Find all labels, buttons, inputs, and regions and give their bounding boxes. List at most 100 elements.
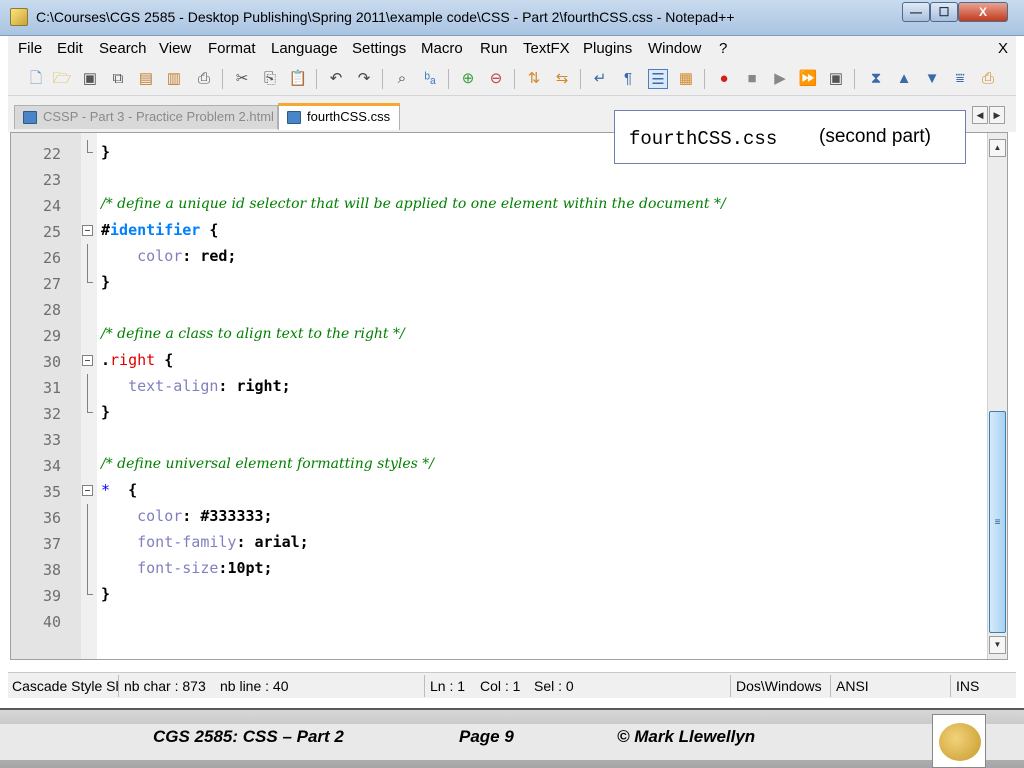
status-line: Ln : 1 [430, 678, 466, 694]
line-number: 34 [42, 457, 61, 475]
scroll-down-icon[interactable]: ▼ [989, 636, 1006, 654]
run-macro-multiple-icon[interactable]: ⏩ [798, 69, 818, 89]
line-number: 31 [42, 379, 61, 397]
code-comment: /* define universal element formatting s… [101, 456, 434, 472]
menu-language[interactable]: Language [271, 40, 338, 57]
callout-filename: fourthCSS.css [629, 128, 778, 150]
save-all-icon[interactable]: ⧉ [108, 69, 128, 89]
line-number: 28 [42, 301, 61, 319]
cut-icon[interactable]: ✂ [232, 69, 252, 89]
menu-help[interactable]: ? [719, 40, 727, 57]
menu-plugins[interactable]: Plugins [583, 40, 632, 57]
new-file-icon[interactable]: 🗋 [26, 69, 46, 89]
code-comment: /* define a class to align text to the r… [101, 326, 405, 342]
tab-label: CSSP - Part 3 - Practice Problem 2.html [43, 109, 274, 124]
record-macro-icon[interactable]: ● [714, 69, 734, 89]
toolbar-separator [316, 69, 317, 89]
print-icon[interactable]: ⎙ [194, 69, 214, 89]
slide-footer: CGS 2585: CSS – Part 2 Page 9 © Mark Lle… [0, 708, 1024, 768]
line-number: 27 [42, 275, 61, 293]
close-all-icon[interactable]: ▥ [164, 69, 184, 89]
paste-icon[interactable]: 📋 [288, 69, 308, 89]
close-document-button[interactable]: X [998, 40, 1008, 57]
tool-e-icon[interactable]: ⎙ [978, 69, 998, 89]
tool-d-icon[interactable]: ⩸ [950, 69, 970, 89]
toolbar: 🗋 🗁 ▣ ⧉ ▤ ▥ ⎙ ✂ ⎘ 📋 ↶ ↷ ⌕ ᵇₐ ⊕ ⊖ ⇅ ⇆ ↵ ¶… [8, 62, 1016, 96]
menu-run[interactable]: Run [480, 40, 508, 57]
vertical-scrollbar[interactable]: ▲ ≡ ▼ [987, 133, 1007, 659]
find-icon[interactable]: ⌕ [392, 69, 412, 89]
undo-icon[interactable]: ↶ [326, 69, 346, 89]
code-line: 31 text-align: right; [11, 374, 987, 400]
tab-fourthcss[interactable]: fourthCSS.css [278, 103, 400, 130]
zoom-out-icon[interactable]: ⊖ [486, 69, 506, 89]
status-language: Cascade Style Sh [12, 678, 118, 694]
copy-icon[interactable]: ⎘ [260, 69, 280, 89]
status-column: Col : 1 [480, 678, 521, 694]
word-wrap-icon[interactable]: ↵ [590, 69, 610, 89]
redo-icon[interactable]: ↷ [354, 69, 374, 89]
open-file-icon[interactable]: 🗁 [52, 69, 72, 89]
status-char-count: nb char : 873 [124, 678, 206, 694]
code-comment: /* define a unique id selector that will… [101, 196, 726, 212]
stop-macro-icon[interactable]: ■ [742, 69, 762, 89]
tab-practice-problem[interactable]: CSSP - Part 3 - Practice Problem 2.html [14, 105, 278, 129]
status-eol-format: Dos\Windows [736, 678, 822, 694]
menu-textfx[interactable]: TextFX [523, 40, 570, 57]
save-icon[interactable]: ▣ [80, 69, 100, 89]
menu-edit[interactable]: Edit [57, 40, 83, 57]
status-line-count: nb line : 40 [220, 678, 289, 694]
show-all-chars-icon[interactable]: ¶ [618, 69, 638, 89]
replace-icon[interactable]: ᵇₐ [420, 69, 440, 89]
user-language-icon[interactable]: ▦ [676, 69, 696, 89]
zoom-in-icon[interactable]: ⊕ [458, 69, 478, 89]
maximize-button[interactable]: ☐ [930, 2, 958, 22]
document-saved-icon [287, 111, 301, 124]
code-line: 27 } [11, 270, 987, 296]
code-line: 35 * { [11, 478, 987, 504]
window-title-bar: C:\Courses\CGS 2585 - Desktop Publishing… [0, 0, 1024, 36]
menu-macro[interactable]: Macro [421, 40, 463, 57]
code-text: #identifier { [101, 221, 219, 239]
tool-c-icon[interactable]: ▼ [922, 69, 942, 89]
close-window-button[interactable]: X [958, 2, 1008, 22]
footer-course: CGS 2585: CSS – Part 2 [153, 727, 344, 746]
close-icon[interactable]: ▤ [136, 69, 156, 89]
menu-format[interactable]: Format [208, 40, 256, 57]
line-number: 35 [42, 483, 61, 501]
scrollbar-thumb[interactable]: ≡ [989, 411, 1006, 633]
tool-b-icon[interactable]: ▲ [894, 69, 914, 89]
code-text: } [101, 273, 111, 291]
status-encoding: ANSI [836, 678, 869, 694]
tool-a-icon[interactable]: ⧗ [866, 69, 886, 89]
code-editor[interactable]: 22 } 23 24 /* define a unique id selecto… [10, 132, 1008, 660]
tab-scroll-right-icon[interactable]: ▶ [989, 106, 1005, 124]
code-line: 32 } [11, 400, 987, 426]
sync-horizontal-icon[interactable]: ⇆ [552, 69, 572, 89]
status-bar: Cascade Style Sh nb char : 873 nb line :… [8, 672, 1016, 698]
play-macro-icon[interactable]: ▶ [770, 69, 790, 89]
minimize-button[interactable]: — [902, 2, 930, 22]
code-text: } [101, 143, 111, 161]
save-macro-icon[interactable]: ▣ [826, 69, 846, 89]
footer-author: © Mark Llewellyn [617, 727, 756, 746]
menu-window[interactable]: Window [648, 40, 701, 57]
line-number: 30 [42, 353, 61, 371]
sync-vertical-icon[interactable]: ⇅ [524, 69, 544, 89]
code-line: 36 color: #333333; [11, 504, 987, 530]
code-text: font-size:10pt; [137, 559, 273, 577]
menu-file[interactable]: File [18, 40, 42, 57]
line-number: 29 [42, 327, 61, 345]
line-number: 25 [42, 223, 61, 241]
line-number: 36 [42, 509, 61, 527]
menu-search[interactable]: Search [99, 40, 147, 57]
code-line: 34 /* define universal element formattin… [11, 452, 987, 478]
menu-settings[interactable]: Settings [352, 40, 406, 57]
indent-guide-icon[interactable]: ☰ [648, 69, 668, 89]
scroll-up-icon[interactable]: ▲ [989, 139, 1006, 157]
notepad-plus-plus-icon [10, 8, 28, 26]
menu-view[interactable]: View [159, 40, 191, 57]
code-text: .right { [101, 351, 174, 369]
code-line: 23 [11, 166, 987, 192]
tab-scroll-left-icon[interactable]: ◀ [972, 106, 988, 124]
